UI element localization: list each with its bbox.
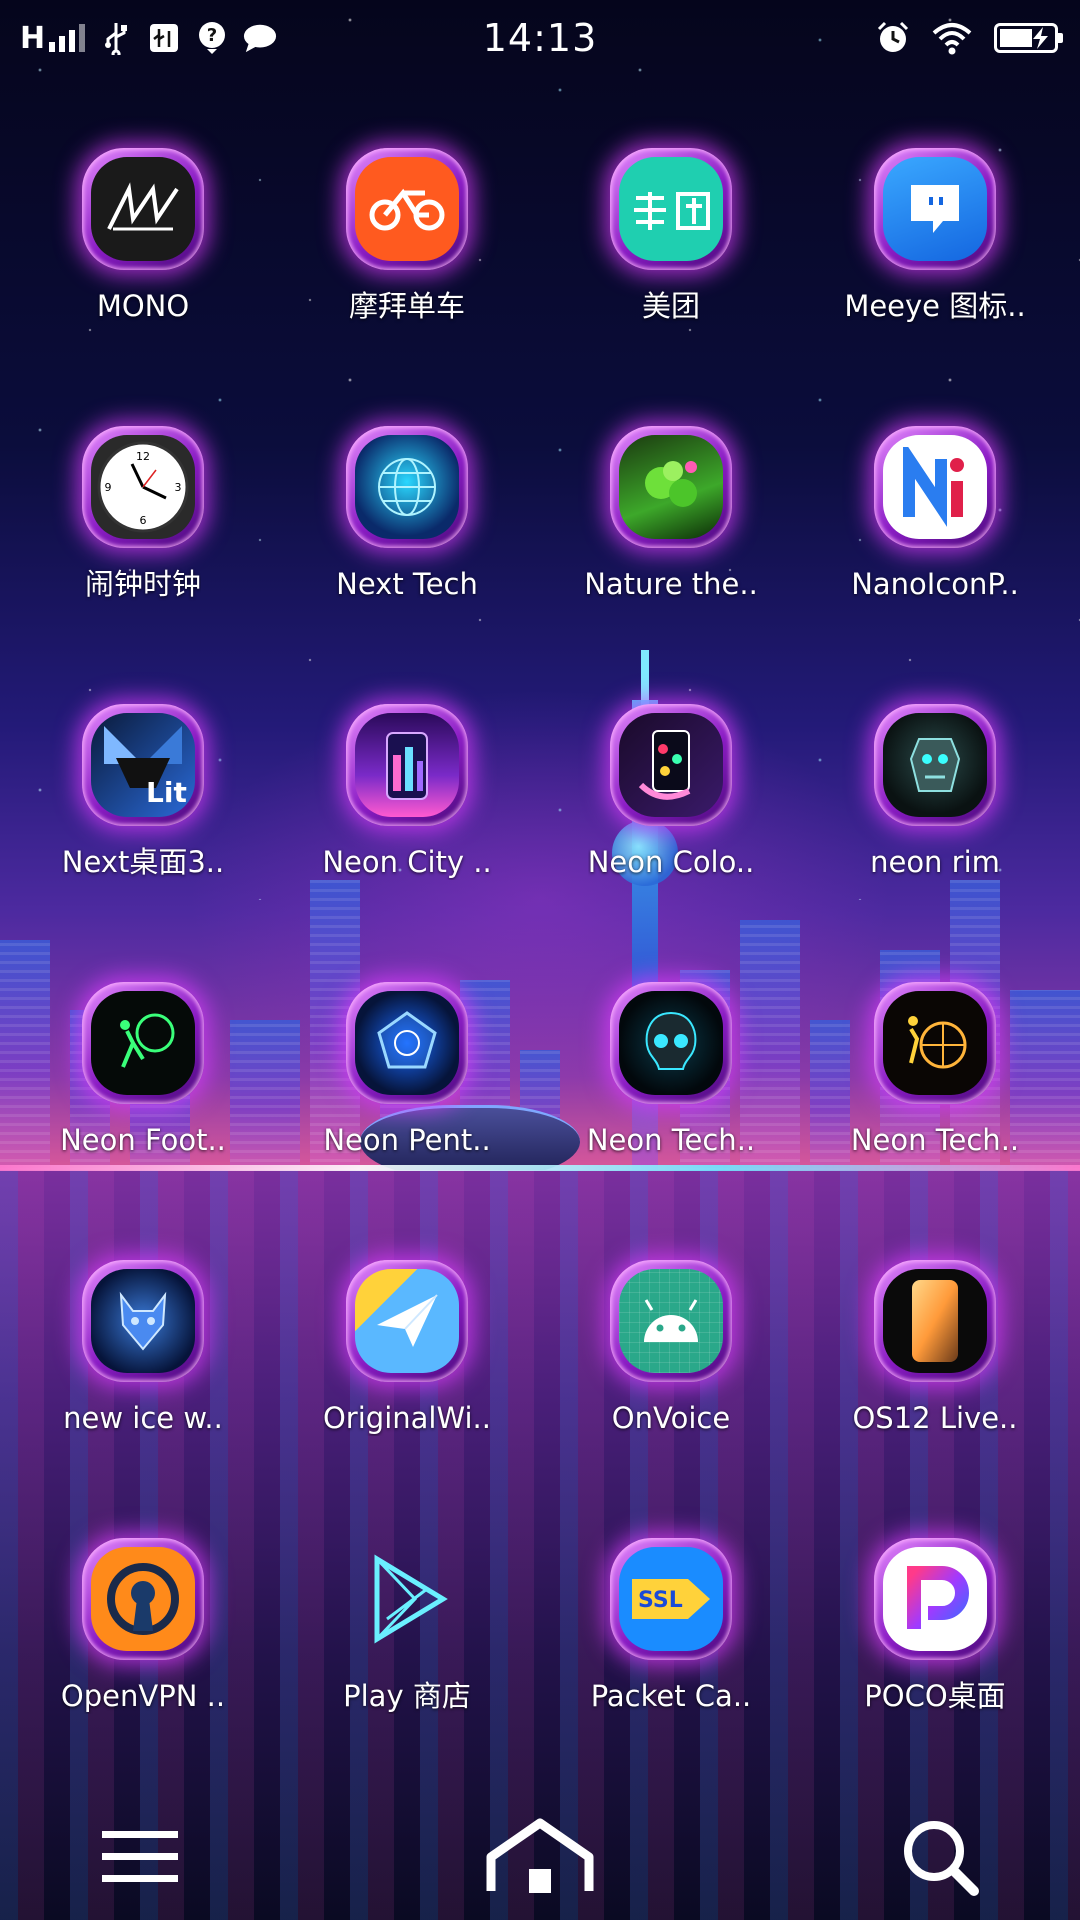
app-mobike[interactable]: 摩拜单车 bbox=[275, 140, 539, 360]
app-label: OriginalWi.. bbox=[322, 1401, 491, 1435]
home-button[interactable] bbox=[480, 1812, 600, 1902]
menu-button[interactable] bbox=[80, 1812, 200, 1902]
svg-text:12: 12 bbox=[136, 450, 150, 463]
app-label: Neon City .. bbox=[322, 845, 492, 879]
app-drawer-grid: MONO 摩拜单车 美团 Meeye 图标.. 12 3 6 9 闹钟时钟 Ne… bbox=[0, 140, 1080, 1808]
svg-text:6: 6 bbox=[140, 514, 147, 527]
app-openvpn[interactable]: OpenVPN .. bbox=[11, 1530, 275, 1750]
next-launcher-icon: Lit bbox=[91, 713, 195, 817]
app-label: OS12 Live.. bbox=[852, 1401, 1018, 1435]
app-packet-capture[interactable]: SSL Packet Ca.. bbox=[539, 1530, 803, 1750]
app-row: MONO 摩拜单车 美团 Meeye 图标.. bbox=[0, 140, 1080, 418]
new-ice-wolf-icon bbox=[91, 1269, 195, 1373]
app-row: 12 3 6 9 闹钟时钟 Next Tech Nature the.. NanoIc… bbox=[0, 418, 1080, 696]
play-store-icon bbox=[346, 1538, 468, 1660]
app-label: Neon Tech.. bbox=[586, 1123, 756, 1157]
app-mono[interactable]: MONO bbox=[11, 140, 275, 360]
app-label: Next桌面3.. bbox=[61, 845, 225, 879]
app-os12-live[interactable]: OS12 Live.. bbox=[803, 1252, 1067, 1472]
wifi-icon bbox=[930, 21, 974, 55]
alarm-icon bbox=[876, 21, 910, 55]
app-label: OpenVPN .. bbox=[60, 1679, 226, 1713]
app-label: Meeye 图标.. bbox=[844, 289, 1026, 323]
app-next-launcher[interactable]: Lit Next桌面3.. bbox=[11, 696, 275, 916]
neon-city-icon bbox=[355, 713, 459, 817]
app-label: NanoIconP.. bbox=[851, 567, 1019, 601]
app-row: OpenVPN .. Play 商店 SSL Packet Ca.. POCO桌… bbox=[0, 1530, 1080, 1808]
app-new-ice-wolf[interactable]: new ice w.. bbox=[11, 1252, 275, 1472]
nano-icon-pack-icon bbox=[883, 435, 987, 539]
app-label: OnVoice bbox=[611, 1401, 731, 1435]
svg-text:Lit: Lit bbox=[146, 776, 187, 809]
app-label: 闹钟时钟 bbox=[84, 567, 201, 601]
alarm-clock-icon: 12 3 6 9 bbox=[91, 435, 195, 539]
app-label: Play 商店 bbox=[343, 1679, 471, 1713]
app-label: Packet Ca.. bbox=[590, 1679, 752, 1713]
bottom-nav-bar bbox=[0, 1800, 1080, 1920]
search-icon bbox=[904, 1821, 979, 1896]
os12-live-icon bbox=[883, 1269, 987, 1373]
app-next-tech[interactable]: Next Tech bbox=[275, 418, 539, 638]
app-nano-icon-pack[interactable]: NanoIconP.. bbox=[803, 418, 1067, 638]
status-bar: H ? 14:13 bbox=[0, 0, 1080, 76]
app-label: Neon Pent.. bbox=[323, 1123, 491, 1157]
neon-tech-skull-icon bbox=[619, 991, 723, 1095]
app-label: Nature the.. bbox=[584, 567, 758, 601]
search-button[interactable] bbox=[880, 1812, 1000, 1902]
poco-launcher-icon bbox=[883, 1547, 987, 1651]
app-row: Lit Next桌面3.. Neon City .. Neon Colo.. n… bbox=[0, 696, 1080, 974]
neon-color-icon bbox=[619, 713, 723, 817]
app-neon-football[interactable]: Neon Foot.. bbox=[11, 974, 275, 1194]
meituan-icon bbox=[619, 157, 723, 261]
app-row: new ice w.. OriginalWi.. OnVoice OS12 Li… bbox=[0, 1252, 1080, 1530]
app-neon-city[interactable]: Neon City .. bbox=[275, 696, 539, 916]
app-neon-color[interactable]: Neon Colo.. bbox=[539, 696, 803, 916]
app-neon-pentagon[interactable]: Neon Pent.. bbox=[275, 974, 539, 1194]
app-poco-launcher[interactable]: POCO桌面 bbox=[803, 1530, 1067, 1750]
battery-charging-icon bbox=[994, 23, 1063, 53]
app-label: 摩拜单车 bbox=[348, 289, 465, 323]
svg-text:3: 3 bbox=[175, 481, 182, 494]
app-original-widget[interactable]: OriginalWi.. bbox=[275, 1252, 539, 1472]
app-row: Neon Foot.. Neon Pent.. Neon Tech.. Neon… bbox=[0, 974, 1080, 1252]
app-label: 美团 bbox=[641, 289, 700, 323]
mobike-icon bbox=[355, 157, 459, 261]
app-label: MONO bbox=[96, 289, 190, 323]
app-meituan[interactable]: 美团 bbox=[539, 140, 803, 360]
meeye-icon bbox=[883, 157, 987, 261]
app-label: POCO桌面 bbox=[864, 1679, 1006, 1713]
app-alarm-clock[interactable]: 12 3 6 9 闹钟时钟 bbox=[11, 418, 275, 638]
mono-icon bbox=[91, 157, 195, 261]
neon-football-icon bbox=[91, 991, 195, 1095]
app-label: Neon Foot.. bbox=[60, 1123, 226, 1157]
app-onvoice[interactable]: OnVoice bbox=[539, 1252, 803, 1472]
app-neon-tech-basketball[interactable]: Neon Tech.. bbox=[803, 974, 1067, 1194]
neon-pentagon-icon bbox=[355, 991, 459, 1095]
svg-text:9: 9 bbox=[105, 481, 112, 494]
android-icon bbox=[619, 1269, 723, 1373]
app-play-store[interactable]: Play 商店 bbox=[275, 1530, 539, 1750]
menu-icon bbox=[102, 1831, 178, 1882]
home-icon bbox=[486, 1818, 594, 1893]
app-nature-theme[interactable]: Nature the.. bbox=[539, 418, 803, 638]
packet-capture-icon: SSL bbox=[619, 1547, 723, 1651]
app-label: neon rim bbox=[870, 845, 1000, 879]
nature-theme-icon bbox=[619, 435, 723, 539]
next-tech-icon bbox=[355, 435, 459, 539]
app-neon-rim[interactable]: neon rim bbox=[803, 696, 1067, 916]
app-neon-tech-skull[interactable]: Neon Tech.. bbox=[539, 974, 803, 1194]
original-widget-icon bbox=[355, 1269, 459, 1373]
app-meeye[interactable]: Meeye 图标.. bbox=[803, 140, 1067, 360]
neon-tech-basketball-icon bbox=[883, 991, 987, 1095]
app-label: Next Tech bbox=[336, 567, 478, 601]
openvpn-icon bbox=[91, 1547, 195, 1651]
svg-text:SSL: SSL bbox=[638, 1588, 683, 1613]
neon-rim-icon bbox=[883, 713, 987, 817]
app-label: Neon Colo.. bbox=[587, 845, 755, 879]
app-label: new ice w.. bbox=[63, 1401, 223, 1435]
app-label: Neon Tech.. bbox=[850, 1123, 1020, 1157]
